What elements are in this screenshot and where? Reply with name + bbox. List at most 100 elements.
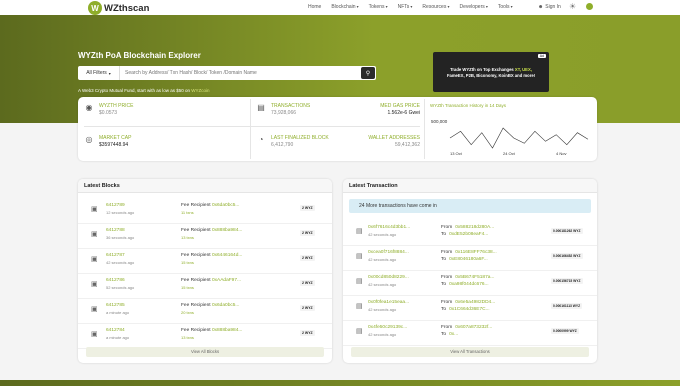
gas-label: MED GAS PRICE [380, 103, 420, 109]
nav-home[interactable]: Home [308, 4, 321, 10]
promo-text: A Web3 Crypto Mutual Fund, start with as… [78, 88, 210, 93]
document-icon: ▤ [356, 303, 363, 310]
ad-banner[interactable]: Ad Trade WYZth on Top Exchanges XT, UEX,… [433, 52, 549, 92]
fee-recipient-label: Fee Recipient [181, 203, 211, 208]
block-txns-link[interactable]: 15 txns [181, 260, 194, 265]
fee-recipient-link[interactable]: 0x888ba984... [212, 228, 242, 233]
tx-to: To 0xE8046180a6F... [441, 257, 488, 262]
tx-to-label: To [441, 257, 447, 262]
cube-icon: ▣ [91, 256, 98, 263]
block-number-link[interactable]: 6412786 [106, 278, 125, 283]
search-button[interactable]: ⚲ [361, 67, 375, 79]
wallets-label: WALLET ADDRESSES [368, 135, 420, 141]
tx-to-link[interactable]: 0x... [449, 332, 458, 337]
ad-line1: Trade WYZth on Top Exchanges [450, 67, 514, 72]
transaction-history-chart: 500,000 13 Oct 24 Oct 4 Nov [431, 119, 589, 156]
fee-recipient: Fee Recipient 0x6da0bc5... [181, 303, 239, 308]
fee-recipient-link[interactable]: 0x6da0bc5... [212, 203, 239, 208]
server-icon: ▤ [257, 103, 265, 112]
stats-divider-v2 [424, 99, 425, 159]
search-bar: All Filters ⚲ [78, 66, 376, 80]
top-navbar: W WZthscan Home Blockchain Tokens NFTs R… [0, 0, 680, 15]
promo-link[interactable]: WYZcoin [191, 88, 209, 93]
tx-from-link[interactable]: 0x588218d280A... [455, 225, 494, 230]
tx-from-label: From [441, 225, 453, 230]
logo-text: WZthscan [104, 2, 150, 14]
nav-resources[interactable]: Resources [422, 4, 449, 10]
view-all-blocks-button[interactable]: View All Blocks [86, 347, 324, 357]
block-time: a minute ago [106, 310, 130, 315]
sign-in-link[interactable]: ☻ Sign In [538, 4, 561, 10]
block-number-link[interactable]: 6412787 [106, 253, 125, 258]
block-txns-link[interactable]: 13 txns [181, 235, 194, 240]
block-txns-link[interactable]: 11 txns [181, 210, 194, 215]
block-number-link[interactable]: 6412789 [106, 203, 125, 208]
tx-hash-link[interactable]: 0x0f0fea1e15eaa... [368, 300, 409, 305]
fee-recipient-link[interactable]: 0x6da0bc5... [212, 303, 239, 308]
search-input[interactable] [120, 67, 361, 79]
tx-hash-link[interactable]: 0xcea0f716f8884... [368, 250, 409, 255]
tx-hash-link[interactable]: 0x6f7616c4d3bb1... [368, 225, 410, 230]
tx-from-link[interactable]: 0x116E8FF76c38... [455, 250, 497, 255]
filter-select[interactable]: All Filters [78, 66, 120, 80]
tx-time: 42 seconds ago [368, 282, 397, 287]
tx-from-link[interactable]: 0x5B674F5187a... [455, 275, 494, 280]
tx-from: From 0x607a873232f... [441, 325, 492, 330]
block-txns-link[interactable]: 20 txns [181, 310, 194, 315]
nav-tokens[interactable]: Tokens [369, 4, 388, 10]
tx-from: From 0x6e5a4982DD4... [441, 300, 495, 305]
logo[interactable]: W WZthscan [88, 1, 149, 15]
fee-recipient: Fee Recipient 0x6da0bc5... [181, 203, 239, 208]
ad-text: Trade WYZth on Top Exchanges XT, UEX, Fa… [439, 67, 543, 79]
ad-line1-highlight: XT, UEX, [514, 67, 532, 72]
block-number-link[interactable]: 6412785 [106, 303, 125, 308]
fee-recipient-link[interactable]: 0x888ba984... [212, 328, 242, 333]
tx-to-link[interactable]: 0x1C664d36E7C... [449, 307, 490, 312]
tx-from: From 0x5B674F5187a... [441, 275, 494, 280]
finalized-value: 6,412,790 [271, 142, 294, 148]
tx-to-label: To [441, 282, 447, 287]
theme-toggle-icon[interactable]: ☀ [569, 3, 576, 11]
fee-recipient-label: Fee Recipient [181, 228, 211, 233]
block-number-link[interactable]: 6412788 [106, 228, 125, 233]
nav-developers[interactable]: Developers [459, 4, 487, 10]
latest-blocks-title: Latest Blocks [78, 179, 332, 193]
tx-from: From 0x588218d280A... [441, 225, 494, 230]
price-value: $0.0573 [99, 110, 118, 116]
user-icon: ☻ [538, 4, 544, 10]
nav-tools[interactable]: Tools [498, 4, 513, 10]
cube-icon: ▣ [91, 206, 98, 213]
nav-nfts[interactable]: NFTs [398, 4, 413, 10]
tx-to-link[interactable]: 0xdE52b08eaF4... [449, 232, 488, 237]
block-txns-link[interactable]: 15 txns [181, 285, 194, 290]
globe-icon: ◎ [85, 135, 93, 144]
document-icon: ▤ [356, 228, 363, 235]
chart-x-tick: 13 Oct [450, 151, 463, 156]
latest-transactions-title: Latest Transaction [343, 179, 597, 193]
fee-recipient-link[interactable]: 0x6446164d... [212, 253, 242, 258]
tx-hash-link[interactable]: 0x4fe50c29139c... [368, 325, 407, 330]
tx-time: 42 seconds ago [368, 307, 397, 312]
stat-finalized-block: ◔ LAST FINALIZED BLOCK 6,412,790 [256, 135, 329, 148]
block-time: 36 seconds ago [106, 235, 135, 240]
block-number-link[interactable]: 6412784 [106, 328, 125, 333]
tx-from: From 0x116E8FF76c38... [441, 250, 497, 255]
tx-to-label: To [441, 232, 447, 237]
new-transactions-banner[interactable]: 24 More transactions have come in [349, 199, 591, 213]
tx-from-link[interactable]: 0x6e5a4982DD4... [455, 300, 495, 305]
nav-blockchain[interactable]: Blockchain [331, 4, 358, 10]
latest-transactions-panel: Latest Transaction 24 More transactions … [343, 179, 597, 363]
block-txns-link[interactable]: 13 txns [181, 335, 194, 340]
tx-hash-link[interactable]: 0x00cd850d8229... [368, 275, 409, 280]
fee-recipient: Fee Recipient 0x888ba984... [181, 228, 242, 233]
main-nav: Home Blockchain Tokens NFTs Resources De… [308, 4, 523, 10]
stat-price: ◉ WYZTH PRICE $0.0573 [84, 103, 134, 116]
tx-to-link[interactable]: 0xE8046180a6F... [449, 257, 488, 262]
network-icon[interactable] [586, 3, 593, 10]
tx-from-link[interactable]: 0x607a873232f... [455, 325, 492, 330]
block-reward-badge: 2 WYZ [300, 305, 315, 311]
tx-to-link[interactable]: 0xa98f044dc676... [449, 282, 488, 287]
view-all-transactions-button[interactable]: View All Transactions [351, 347, 589, 357]
fee-recipient-link[interactable]: 0xAAdaF97... [212, 278, 241, 283]
tx-value-badge: 0.0000999 WYZ [551, 328, 579, 334]
